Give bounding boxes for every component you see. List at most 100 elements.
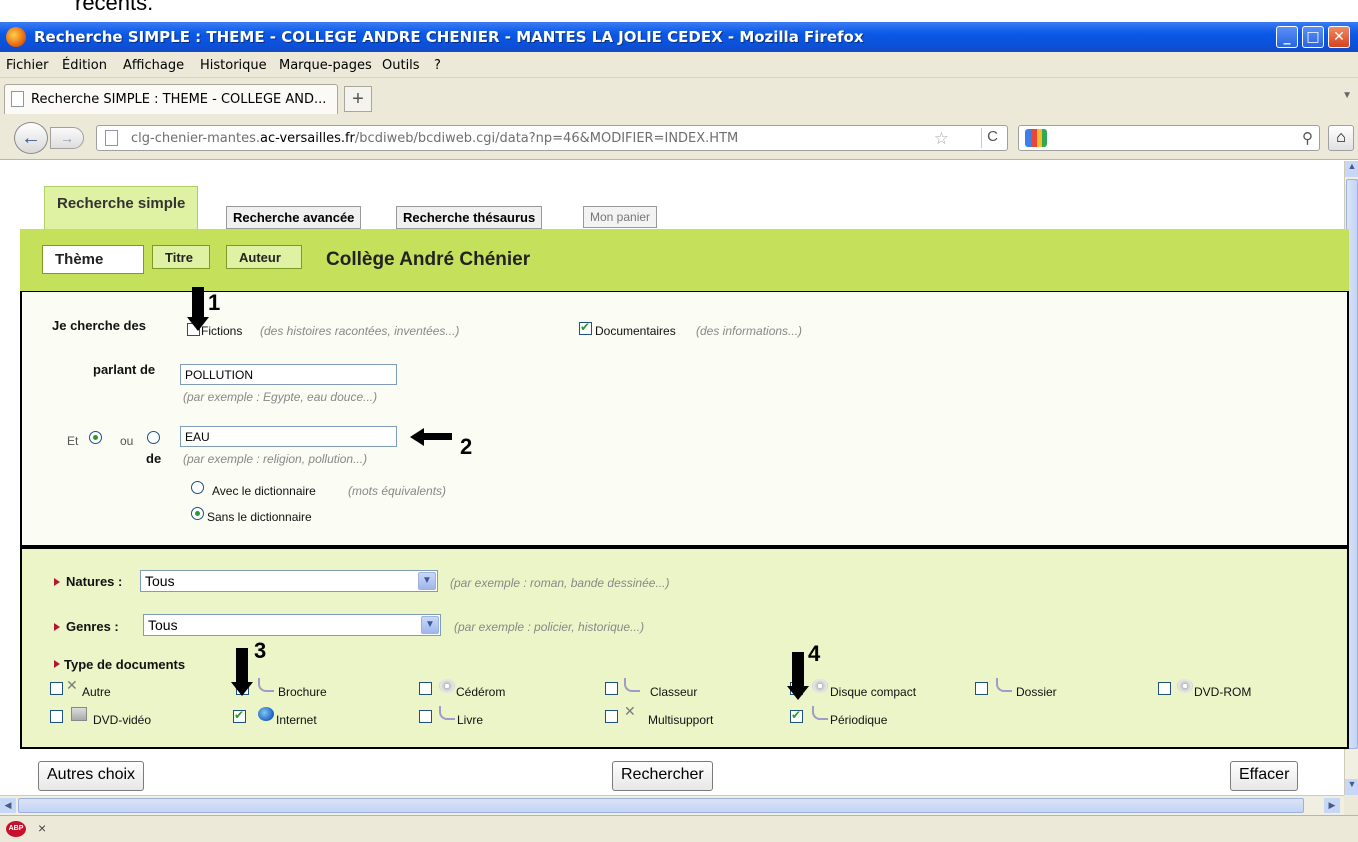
scroll-corner: [1344, 795, 1358, 815]
type-classeur-checkbox[interactable]: [605, 682, 618, 695]
back-button[interactable]: ←: [14, 122, 48, 154]
bullet-triangle-icon: [54, 623, 60, 631]
autres-choix-button[interactable]: Autres choix: [38, 761, 145, 791]
menu-bar: Fichier Édition Affichage Historique Mar…: [0, 52, 1358, 78]
tab-mon-panier[interactable]: Mon panier: [583, 206, 658, 228]
menu-historique[interactable]: Historique: [200, 58, 267, 73]
menu-help[interactable]: ?: [434, 58, 441, 73]
browser-tab[interactable]: Recherche SIMPLE : THEME - COLLEGE AND..…: [4, 84, 338, 114]
type-multisupport-checkbox[interactable]: [605, 710, 618, 723]
annotation-number-4: 4: [808, 641, 821, 666]
folder-icon: [996, 678, 1012, 692]
college-name: Collège André Chénier: [326, 249, 531, 270]
scroll-down-icon[interactable]: ▼: [1345, 779, 1358, 795]
je-cherche-label: Je cherche des: [52, 318, 146, 333]
binder-icon: [624, 678, 640, 692]
type-periodique-checkbox[interactable]: [790, 708, 803, 723]
natures-hint: (par exemple : roman, bande dessinée...): [450, 576, 670, 590]
fictions-hint: (des histoires racontées, inventées...): [260, 324, 460, 338]
natures-select[interactable]: Tous ▼: [140, 570, 438, 592]
documentaires-checkbox[interactable]: [579, 320, 592, 335]
term2-hint: (par exemple : religion, pollution...): [183, 452, 368, 466]
avec-dictionnaire-hint: (mots équivalents): [348, 484, 447, 498]
bookmark-star-icon[interactable]: ☆: [934, 129, 949, 149]
type-autre-checkbox[interactable]: [50, 682, 63, 695]
page-icon: [105, 130, 118, 146]
type-livre-checkbox[interactable]: [419, 710, 432, 723]
brochure-icon: [258, 678, 274, 692]
cd-icon: [439, 679, 455, 693]
menu-edition[interactable]: Édition: [62, 58, 107, 73]
term1-input[interactable]: [180, 364, 397, 385]
chevron-down-icon[interactable]: ▼: [418, 572, 436, 590]
tab-titre[interactable]: Titre: [152, 245, 210, 269]
rechercher-button[interactable]: Rechercher: [612, 761, 713, 791]
scroll-left-icon[interactable]: ◀: [0, 798, 16, 813]
home-button[interactable]: ⌂: [1328, 125, 1354, 151]
magnifier-icon[interactable]: ⚲: [1302, 129, 1313, 147]
tab-list-chevron-icon[interactable]: ▼: [1342, 90, 1352, 101]
avec-dictionnaire-radio[interactable]: [191, 481, 204, 494]
horizontal-scrollbar[interactable]: ◀ ▶: [0, 795, 1344, 815]
tab-theme[interactable]: Thème: [42, 245, 144, 274]
window-titlebar: Recherche SIMPLE : THEME - COLLEGE ANDRE…: [0, 22, 1358, 52]
annotation-number-1: 1: [208, 290, 221, 315]
google-icon[interactable]: [1025, 129, 1047, 147]
film-icon: [71, 707, 87, 721]
type-autre-label: Autre: [82, 685, 111, 699]
maximize-button[interactable]: □: [1302, 26, 1324, 48]
cross-icon: ✕: [624, 703, 636, 719]
annotation-number-2: 2: [460, 434, 473, 459]
scroll-thumb[interactable]: [18, 798, 1304, 813]
type-dvd-video-checkbox[interactable]: [50, 710, 63, 723]
menu-outils[interactable]: Outils: [382, 58, 420, 73]
type-dvd-video-label: DVD-vidéo: [93, 713, 152, 727]
genres-label: Genres :: [66, 619, 119, 634]
term2-input[interactable]: [180, 426, 397, 447]
type-documents-label: Type de documents: [64, 657, 186, 672]
effacer-button[interactable]: Effacer: [1230, 761, 1299, 791]
new-tab-button[interactable]: +: [344, 86, 372, 112]
dvd-icon: [1177, 679, 1193, 693]
close-icon[interactable]: ×: [38, 820, 46, 836]
browser-tab-label: Recherche SIMPLE : THEME - COLLEGE AND..…: [31, 92, 327, 107]
annotation-arrow-1: [187, 287, 209, 331]
type-dossier-checkbox[interactable]: [975, 682, 988, 695]
tab-recherche-simple[interactable]: Recherche simple: [44, 186, 199, 230]
status-bar: ABP ×: [0, 815, 1358, 842]
annotation-number-3: 3: [254, 638, 267, 663]
menu-affichage[interactable]: Affichage: [123, 58, 184, 73]
scroll-right-icon[interactable]: ▶: [1324, 798, 1340, 813]
natures-label: Natures :: [66, 574, 123, 589]
type-internet-checkbox[interactable]: [233, 708, 246, 723]
ou-radio[interactable]: [147, 431, 160, 444]
sans-dictionnaire-radio[interactable]: [191, 507, 204, 520]
adblock-icon[interactable]: ABP: [6, 821, 26, 837]
reload-button[interactable]: C: [981, 128, 1003, 148]
de-label: de: [146, 451, 162, 466]
globe-icon: [258, 707, 274, 721]
et-radio[interactable]: [89, 431, 102, 444]
minimize-button[interactable]: _: [1276, 26, 1298, 48]
tab-recherche-thesaurus[interactable]: Recherche thésaurus: [396, 206, 543, 229]
type-cederom-checkbox[interactable]: [419, 682, 432, 695]
url-text[interactable]: clg-chenier-mantes.ac-versailles.fr/bcdi…: [131, 131, 738, 146]
menu-fichier[interactable]: Fichier: [6, 58, 49, 73]
chevron-down-icon[interactable]: ▼: [421, 616, 439, 634]
menu-marque-pages[interactable]: Marque-pages: [279, 58, 372, 73]
url-bar[interactable]: clg-chenier-mantes.ac-versailles.fr/bcdi…: [96, 125, 1008, 151]
type-dossier-label: Dossier: [1016, 685, 1057, 699]
genres-select[interactable]: Tous ▼: [143, 614, 441, 636]
term1-hint: (par exemple : Egypte, eau douce...): [183, 390, 378, 404]
scroll-up-icon[interactable]: ▲: [1345, 161, 1358, 177]
genres-selected-value: Tous: [148, 617, 178, 633]
tab-auteur[interactable]: Auteur: [226, 245, 302, 269]
annotation-arrow-4: [787, 652, 809, 700]
forward-button[interactable]: →: [50, 127, 84, 149]
search-bar[interactable]: ⚲: [1018, 125, 1320, 151]
close-button[interactable]: ✕: [1328, 26, 1350, 48]
periodical-icon: [812, 706, 828, 720]
tab-recherche-avancee[interactable]: Recherche avancée: [226, 206, 362, 229]
type-dvd-rom-checkbox[interactable]: [1158, 682, 1171, 695]
firefox-logo-icon: [6, 27, 26, 47]
